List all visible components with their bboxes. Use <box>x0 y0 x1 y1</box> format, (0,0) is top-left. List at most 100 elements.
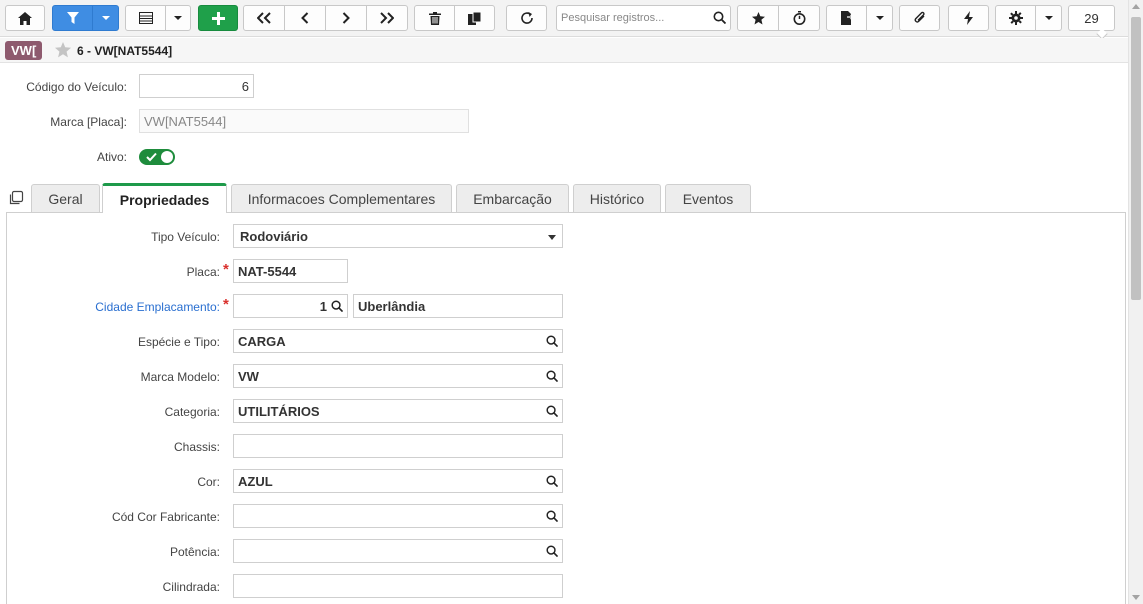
cod-cor-fabricante-field[interactable] <box>233 504 563 528</box>
toolbar: 29 <box>0 0 1128 40</box>
home-button[interactable] <box>5 5 45 31</box>
potencia-field[interactable] <box>233 539 563 563</box>
report-button[interactable] <box>826 5 867 31</box>
paperclip-icon <box>914 11 925 23</box>
delete-button[interactable] <box>414 5 455 31</box>
refresh-icon <box>520 12 533 24</box>
settings-button[interactable] <box>995 5 1036 31</box>
favorite-button[interactable] <box>737 5 779 31</box>
double-chevron-left-icon <box>257 12 271 24</box>
marca-modelo-field[interactable]: VW <box>233 364 563 388</box>
chevron-down-icon <box>174 16 182 20</box>
search-input[interactable] <box>557 6 707 30</box>
report-dropdown-button[interactable] <box>866 5 893 31</box>
ativo-toggle[interactable] <box>139 149 175 165</box>
search-icon[interactable] <box>331 300 343 312</box>
previous-record-button[interactable] <box>284 5 326 31</box>
tab-eventos[interactable]: Eventos <box>665 184 751 213</box>
tab-propriedades[interactable]: Propriedades <box>102 183 227 213</box>
placa-field[interactable]: NAT-5544 <box>233 259 348 283</box>
chevron-down-icon <box>1044 16 1053 20</box>
filter-dropdown-button[interactable] <box>92 5 119 31</box>
marca-modelo-value: VW <box>238 368 259 384</box>
search-icon[interactable] <box>546 475 558 487</box>
cidade-emplacamento-label[interactable]: Cidade Emplacamento: <box>60 300 220 314</box>
settings-dropdown-button[interactable] <box>1035 5 1062 31</box>
double-chevron-right-icon <box>380 12 394 24</box>
search-icon[interactable] <box>546 510 558 522</box>
scrollbar-thumb[interactable] <box>1131 17 1141 300</box>
duplicate-button[interactable] <box>454 5 495 31</box>
search-icon[interactable] <box>546 405 558 417</box>
potencia-label: Potência: <box>169 545 220 559</box>
placa-label: Placa: <box>186 265 220 279</box>
search-box[interactable] <box>556 5 731 31</box>
cidade-codigo-field[interactable]: 1 <box>233 294 348 318</box>
next-record-button[interactable] <box>325 5 367 31</box>
add-record-button[interactable] <box>198 5 238 31</box>
toggle-knob <box>161 151 173 163</box>
record-header: VW[ 6 - VW[NAT5544] <box>0 38 1128 63</box>
gear-icon <box>1008 11 1023 25</box>
cod-cor-fabricante-label: Cód Cor Fabricante: <box>111 510 220 524</box>
attachments-button[interactable] <box>899 5 940 31</box>
first-record-button[interactable] <box>243 5 285 31</box>
marca-placa-label: Marca [Placa]: <box>50 115 127 129</box>
cor-field[interactable]: AZUL <box>233 469 563 493</box>
tab-historico[interactable]: Histórico <box>573 184 661 213</box>
page: 29 VW[ 6 - VW[NAT5544] Código do Veículo… <box>0 0 1143 604</box>
chassis-label: Chassis: <box>173 440 220 454</box>
marca-placa-field: VW[NAT5544] <box>139 109 469 133</box>
tipo-veiculo-select[interactable]: Rodoviário <box>233 224 563 248</box>
chevron-down-icon <box>101 16 110 20</box>
refresh-button[interactable] <box>506 5 547 31</box>
categoria-field[interactable]: UTILITÁRIOS <box>233 399 563 423</box>
plus-icon <box>211 11 225 25</box>
chevron-right-icon <box>342 12 350 24</box>
scroll-down-icon[interactable] <box>1132 595 1140 600</box>
marca-modelo-label: Marca Modelo: <box>140 370 220 384</box>
categoria-label: Categoria: <box>164 405 220 419</box>
star-icon[interactable] <box>55 42 71 58</box>
check-icon <box>146 152 157 162</box>
codigo-field[interactable]: 6 <box>139 74 254 98</box>
search-icon[interactable] <box>546 370 558 382</box>
filter-icon <box>66 12 79 24</box>
tab-informacoes-complementares[interactable]: Informacoes Complementares <box>231 184 452 213</box>
star-icon <box>751 11 765 24</box>
chevron-down-icon <box>548 235 556 240</box>
copy-icon <box>468 11 481 25</box>
duplicate-window-icon[interactable] <box>8 190 24 206</box>
especie-tipo-value: CARGA <box>238 333 286 349</box>
filter-button[interactable] <box>52 5 93 31</box>
tab-embarcacao[interactable]: Embarcação <box>456 184 569 213</box>
timer-button[interactable] <box>778 5 820 31</box>
view-mode-dropdown-button[interactable] <box>165 5 191 31</box>
especie-tipo-label: Espécie e Tipo: <box>137 335 220 349</box>
cor-label: Cor: <box>197 475 220 489</box>
cilindrada-field[interactable] <box>233 574 563 598</box>
required-asterisk: * <box>223 296 229 313</box>
trash-icon <box>428 11 441 25</box>
view-mode-button[interactable] <box>125 5 166 31</box>
especie-tipo-field[interactable]: CARGA <box>233 329 563 353</box>
lightning-icon <box>964 11 973 25</box>
last-record-button[interactable] <box>366 5 408 31</box>
chassis-field[interactable] <box>233 434 563 458</box>
scroll-up-icon[interactable] <box>1132 4 1140 9</box>
search-icon[interactable] <box>713 11 726 24</box>
search-icon[interactable] <box>546 545 558 557</box>
cilindrada-label: Cilindrada: <box>162 580 220 594</box>
stopwatch-icon <box>793 11 805 25</box>
search-icon[interactable] <box>546 335 558 347</box>
vertical-scrollbar[interactable] <box>1128 0 1143 604</box>
tab-geral[interactable]: Geral <box>31 184 100 213</box>
home-icon <box>18 11 32 25</box>
tipo-veiculo-value: Rodoviário <box>240 228 308 244</box>
actions-button[interactable] <box>948 5 989 31</box>
tipo-veiculo-label: Tipo Veículo: <box>151 230 220 244</box>
record-title: 6 - VW[NAT5544] <box>77 44 173 58</box>
record-badge: VW[ <box>5 41 43 60</box>
record-count-badge: 29 <box>1068 5 1115 31</box>
required-asterisk: * <box>223 261 229 278</box>
